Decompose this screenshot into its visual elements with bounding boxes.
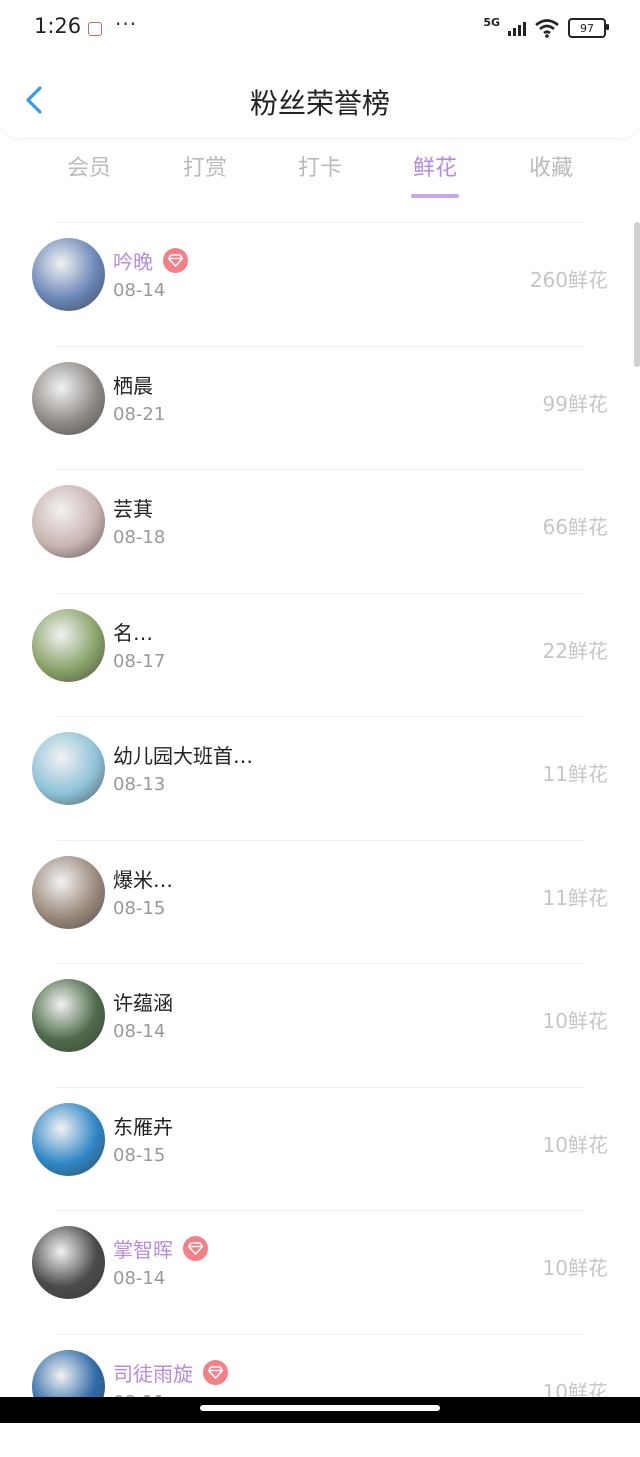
list-item[interactable]: 名… 08-17 22鲜花: [0, 593, 640, 717]
divider: [55, 1210, 585, 1211]
divider: [55, 1334, 585, 1335]
tab-favorites[interactable]: 收藏: [511, 150, 591, 182]
date: 08-21: [113, 404, 165, 425]
user-name: 掌智晖: [113, 1234, 173, 1263]
divider: [55, 1087, 585, 1088]
flower-count: 10鲜花: [543, 1252, 608, 1281]
date: 08-14: [113, 1021, 165, 1042]
user-name: 司徒雨旋: [113, 1358, 193, 1387]
date: 08-14: [113, 1268, 165, 1289]
user-name: 许蕴涵: [113, 987, 173, 1016]
list-item[interactable]: 东雁卉 08-15 10鲜花: [0, 1087, 640, 1211]
date: 08-15: [113, 1145, 165, 1166]
name-line: 许蕴涵: [113, 987, 173, 1016]
divider: [55, 593, 585, 594]
scrollbar[interactable]: [634, 222, 640, 367]
flower-count: 260鲜花: [530, 264, 608, 293]
name-line: 东雁卉: [113, 1111, 173, 1140]
flower-count: 11鲜花: [543, 882, 608, 911]
avatar[interactable]: [32, 1103, 105, 1176]
tab-reward[interactable]: 打赏: [165, 150, 245, 182]
flower-count: 11鲜花: [543, 758, 608, 787]
user-name: 栖晨: [113, 370, 153, 399]
name-line: 司徒雨旋: [113, 1358, 228, 1387]
wifi-icon: [534, 18, 560, 38]
user-name: 东雁卉: [113, 1111, 173, 1140]
avatar[interactable]: [32, 732, 105, 805]
avatar[interactable]: [32, 609, 105, 682]
date: 08-14: [113, 280, 165, 301]
list-item[interactable]: 吟晚 08-14 260鲜花: [0, 222, 640, 346]
name-line: 吟晚: [113, 246, 188, 275]
divider: [55, 716, 585, 717]
divider: [55, 963, 585, 964]
user-name: 爆米…: [113, 864, 173, 893]
list-item[interactable]: 许蕴涵 08-14 10鲜花: [0, 963, 640, 1087]
avatar[interactable]: [32, 485, 105, 558]
flower-count: 99鲜花: [543, 388, 608, 417]
list-item[interactable]: 栖晨 08-21 99鲜花: [0, 346, 640, 470]
divider: [55, 222, 585, 223]
name-line: 栖晨: [113, 370, 153, 399]
name-line: 幼儿园大班首…: [113, 740, 253, 769]
page-title: 粉丝荣誉榜: [0, 82, 640, 122]
user-name: 芸萁: [113, 493, 153, 522]
status-bar: 1:26 ··· 5G 97: [0, 0, 640, 60]
more-notifications-icon: ···: [115, 12, 137, 36]
flower-count: 22鲜花: [543, 635, 608, 664]
divider: [55, 469, 585, 470]
name-line: 芸萁: [113, 493, 153, 522]
date: 08-18: [113, 527, 165, 548]
date: 08-15: [113, 898, 165, 919]
flower-count: 10鲜花: [543, 1129, 608, 1158]
flower-count: 66鲜花: [543, 511, 608, 540]
network-type: 5G: [483, 16, 500, 29]
avatar[interactable]: [32, 856, 105, 929]
home-indicator[interactable]: [200, 1405, 440, 1411]
status-time: 1:26: [34, 14, 81, 38]
diamond-icon: [183, 1236, 208, 1261]
user-name: 吟晚: [113, 246, 153, 275]
list-item[interactable]: 芸萁 08-18 66鲜花: [0, 469, 640, 593]
divider: [55, 346, 585, 347]
flower-count: 10鲜花: [543, 1005, 608, 1034]
name-line: 掌智晖: [113, 1234, 208, 1263]
user-name: 幼儿园大班首…: [113, 740, 253, 769]
fan-ranking-list: 吟晚 08-14 260鲜花栖晨 08-21 99鲜花芸萁 08-18 66鲜花名… 08-1…: [0, 222, 640, 1457]
avatar[interactable]: [32, 979, 105, 1052]
signal-icon: [508, 20, 526, 36]
active-tab-indicator: [411, 194, 459, 198]
tab-checkin[interactable]: 打卡: [280, 150, 360, 182]
name-line: 爆米…: [113, 864, 173, 893]
name-line: 名…: [113, 617, 153, 646]
status-icons: 5G 97: [483, 18, 606, 38]
tab-member[interactable]: 会员: [49, 150, 129, 182]
divider: [55, 840, 585, 841]
diamond-icon: [163, 248, 188, 273]
system-nav-bar: [0, 1397, 640, 1423]
date: 08-13: [113, 774, 165, 795]
avatar[interactable]: [32, 238, 105, 311]
tab-flowers[interactable]: 鲜花: [395, 150, 475, 198]
tab-bar: 会员 打赏 打卡 鲜花 收藏: [0, 150, 640, 210]
battery-icon: 97: [568, 18, 606, 38]
app-notification-icon: [88, 22, 102, 36]
list-item[interactable]: 幼儿园大班首… 08-13 11鲜花: [0, 716, 640, 840]
header: 粉丝荣誉榜: [0, 60, 640, 139]
avatar[interactable]: [32, 1226, 105, 1299]
date: 08-17: [113, 651, 165, 672]
avatar[interactable]: [32, 362, 105, 435]
diamond-icon: [203, 1360, 228, 1385]
list-item[interactable]: 掌智晖 08-14 10鲜花: [0, 1210, 640, 1334]
user-name: 名…: [113, 617, 153, 646]
list-item[interactable]: 司徒雨旋08-1110鲜花: [0, 1334, 640, 1457]
list-item[interactable]: 爆米… 08-15 11鲜花: [0, 840, 640, 964]
